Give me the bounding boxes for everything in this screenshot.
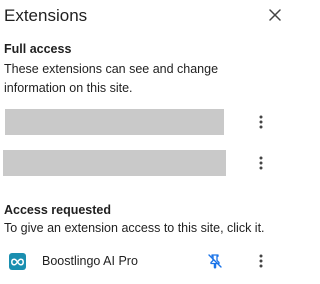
full-access-extension-row-1[interactable] bbox=[0, 105, 293, 139]
extensions-panel: Extensions Full access These extensions … bbox=[0, 0, 293, 284]
close-button[interactable] bbox=[264, 4, 286, 26]
access-requested-description: To give an extension access to this site… bbox=[4, 221, 265, 235]
more-vert-icon bbox=[259, 156, 263, 170]
full-access-heading: Full access bbox=[4, 42, 72, 56]
panel-title: Extensions bbox=[4, 6, 88, 25]
extension-menu-button[interactable] bbox=[251, 153, 271, 173]
pin-off-icon bbox=[208, 254, 222, 269]
full-access-description-line2: information on this site. bbox=[4, 81, 133, 95]
full-access-description-line1: These extensions can see and change bbox=[4, 62, 219, 76]
close-icon bbox=[269, 9, 281, 21]
extension-menu-button[interactable] bbox=[251, 112, 271, 132]
redacted-extension-name bbox=[3, 150, 226, 176]
pin-toggle-button[interactable] bbox=[205, 251, 225, 271]
full-access-extension-row-2[interactable] bbox=[0, 146, 293, 180]
access-requested-heading: Access requested bbox=[4, 203, 112, 217]
extension-name[interactable]: Boostlingo AI Pro bbox=[42, 253, 138, 269]
panel-header: Extensions bbox=[0, 0, 293, 32]
redacted-extension-name bbox=[5, 109, 224, 135]
extension-menu-button[interactable] bbox=[251, 251, 271, 271]
more-vert-icon bbox=[259, 115, 263, 129]
more-vert-icon bbox=[259, 254, 263, 268]
boostlingo-logo-icon bbox=[9, 253, 26, 270]
extension-row-boostlingo[interactable]: Boostlingo AI Pro bbox=[0, 246, 293, 276]
